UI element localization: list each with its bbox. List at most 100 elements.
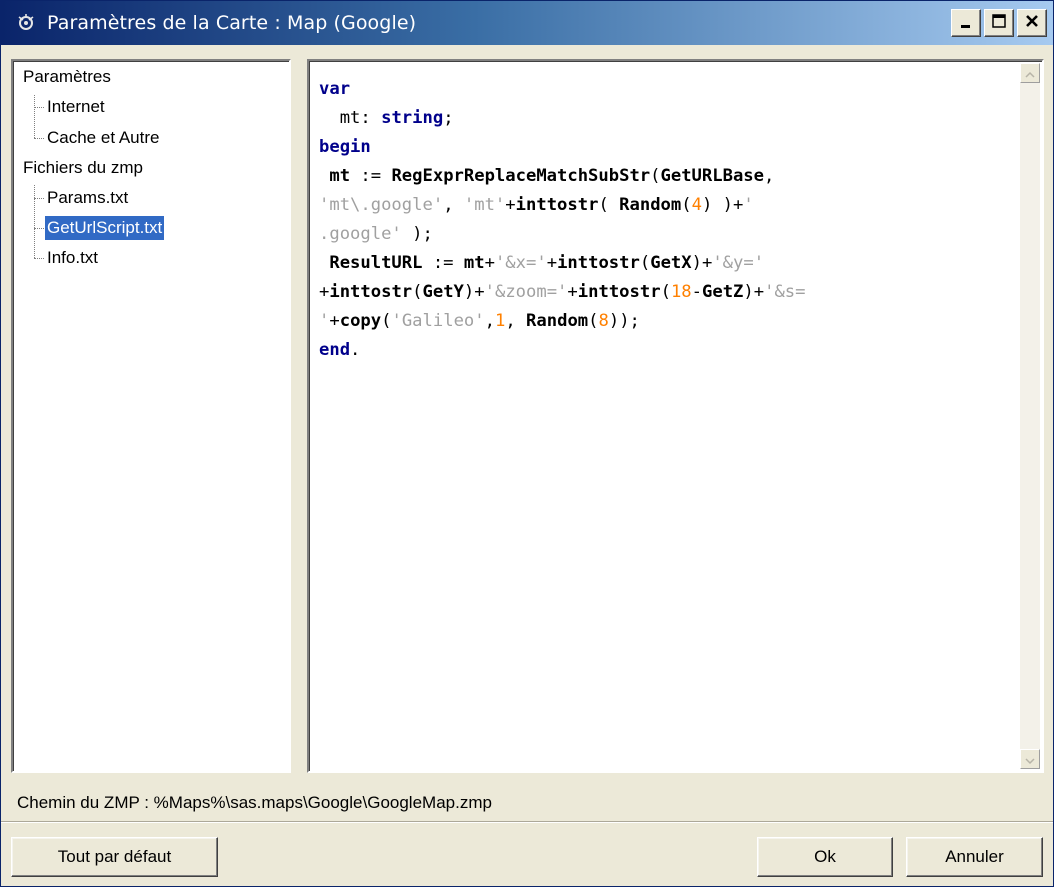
minimize-button[interactable] xyxy=(951,9,981,37)
code-token: string xyxy=(381,108,444,128)
code-token: inttostr xyxy=(557,253,640,273)
code-token: ( xyxy=(598,195,620,215)
tree-item-cache-et-autre[interactable]: Cache et Autre xyxy=(45,126,161,150)
title-bar[interactable]: Paramètres de la Carte : Map (Google) xyxy=(1,1,1053,45)
code-token: '&zoom=' xyxy=(484,282,568,302)
tree-connector xyxy=(34,107,44,108)
code-token: inttostr xyxy=(329,282,413,302)
code-token: + xyxy=(505,195,516,215)
vertical-scrollbar[interactable] xyxy=(1020,63,1040,769)
scroll-up-button[interactable] xyxy=(1020,63,1040,83)
code-token: 8 xyxy=(598,311,609,331)
code-token: copy xyxy=(339,311,382,331)
code-token: ( xyxy=(412,282,423,302)
tree-connector xyxy=(34,228,44,229)
code-token: RegExprReplaceMatchSubStr xyxy=(391,166,651,186)
code-line: mt := RegExprReplaceMatchSubStr(GetURLBa… xyxy=(319,162,1016,191)
reset-defaults-button[interactable]: Tout par défaut xyxy=(11,837,218,877)
code-token: := xyxy=(350,166,392,186)
tree-item-geturlscript-txt[interactable]: GetUrlScript.txt xyxy=(45,216,165,240)
close-button[interactable] xyxy=(1017,9,1047,37)
code-token: ( xyxy=(681,195,692,215)
code-token: end xyxy=(319,340,351,360)
code-token: , xyxy=(484,311,495,331)
code-token: )+ xyxy=(743,282,765,302)
code-token: - xyxy=(691,282,702,302)
code-line: ResultURL := mt+'&x='+inttostr(GetX)+'&y… xyxy=(319,249,1016,278)
close-icon xyxy=(1024,13,1040,33)
code-token: 18 xyxy=(670,282,692,302)
code-token: inttostr xyxy=(515,195,599,215)
code-token: 1 xyxy=(494,311,506,331)
code-area[interactable]: var mt: string; begin mt := RegExprReplac… xyxy=(319,75,1016,365)
code-token: + xyxy=(567,282,578,302)
code-token: ( xyxy=(650,166,661,186)
divider xyxy=(1,821,1053,823)
code-token: ( xyxy=(381,311,392,331)
code-line: mt: string; xyxy=(319,104,1016,133)
minimize-icon xyxy=(959,14,973,33)
code-token: Random xyxy=(526,311,589,331)
tree-item-fichiers-du-zmp[interactable]: Fichiers du zmp xyxy=(21,156,145,180)
code-token: begin xyxy=(319,137,371,157)
code-token: .google' xyxy=(319,224,402,244)
code-token: mt xyxy=(319,166,351,186)
code-token: ' xyxy=(319,311,330,331)
code-token: ); xyxy=(401,224,433,244)
script-editor[interactable]: var mt: string; begin mt := RegExprReplac… xyxy=(307,59,1044,773)
code-token: Random xyxy=(619,195,682,215)
code-line: +inttostr(GetY)+'&zoom='+inttostr(18-Get… xyxy=(319,278,1016,307)
settings-tree[interactable]: Paramètres Internet Cache et Autre Fichi… xyxy=(11,59,291,773)
tree-item-parametres[interactable]: Paramètres xyxy=(21,65,113,89)
maximize-icon xyxy=(991,13,1007,33)
tree-connector xyxy=(34,185,35,258)
code-line: 'mt\.google', 'mt'+inttostr( Random(4) )… xyxy=(319,191,1016,220)
tree-connector xyxy=(34,198,44,199)
code-token: , xyxy=(443,195,464,215)
code-token: , xyxy=(764,166,775,186)
code-token: + xyxy=(484,253,495,273)
code-token: ) )+ xyxy=(701,195,744,215)
code-token: , xyxy=(505,311,527,331)
tree-connector xyxy=(34,258,44,259)
tree-item-params-txt[interactable]: Params.txt xyxy=(45,186,130,210)
tree-item-info-txt[interactable]: Info.txt xyxy=(45,246,100,270)
code-token: 'mt' xyxy=(463,195,506,215)
code-token: var xyxy=(319,79,351,99)
code-token: + xyxy=(546,253,558,273)
tree-item-internet[interactable]: Internet xyxy=(45,95,107,119)
scroll-down-button[interactable] xyxy=(1020,749,1040,769)
code-line: end. xyxy=(319,336,1016,365)
code-token: . xyxy=(350,340,361,360)
maximize-button[interactable] xyxy=(984,9,1014,37)
tree-connector xyxy=(34,138,44,139)
code-token: ( xyxy=(639,253,651,273)
code-token: mt: xyxy=(319,108,382,128)
code-token: 4 xyxy=(691,195,702,215)
code-token: GetX xyxy=(650,253,692,273)
code-token: )); xyxy=(608,311,640,331)
ok-button[interactable]: Ok xyxy=(757,837,893,877)
code-line: begin xyxy=(319,133,1016,162)
code-line: var xyxy=(319,75,1016,104)
zmp-path-label: Chemin du ZMP : %Maps%\sas.maps\Google\G… xyxy=(17,793,492,812)
code-token: '&y=' xyxy=(712,253,765,273)
code-token: ( xyxy=(588,311,599,331)
code-token: )+ xyxy=(463,282,485,302)
code-token: inttostr xyxy=(577,282,661,302)
code-token: 'mt\.google' xyxy=(319,195,444,215)
code-token: ResultURL xyxy=(319,253,423,273)
cancel-button[interactable]: Annuler xyxy=(906,837,1043,877)
tree-connector xyxy=(34,95,35,138)
code-token: GetY xyxy=(422,282,464,302)
chevron-down-icon xyxy=(1025,750,1035,769)
window-title: Paramètres de la Carte : Map (Google) xyxy=(47,12,417,34)
code-token: '&s= xyxy=(764,282,806,302)
code-token: )+ xyxy=(691,253,713,273)
code-token: ' xyxy=(743,195,754,215)
code-token: := xyxy=(422,253,464,273)
code-token: ; xyxy=(443,108,454,128)
code-token: GetURLBase xyxy=(660,166,764,186)
code-token: + xyxy=(329,311,340,331)
code-token: ( xyxy=(660,282,671,302)
